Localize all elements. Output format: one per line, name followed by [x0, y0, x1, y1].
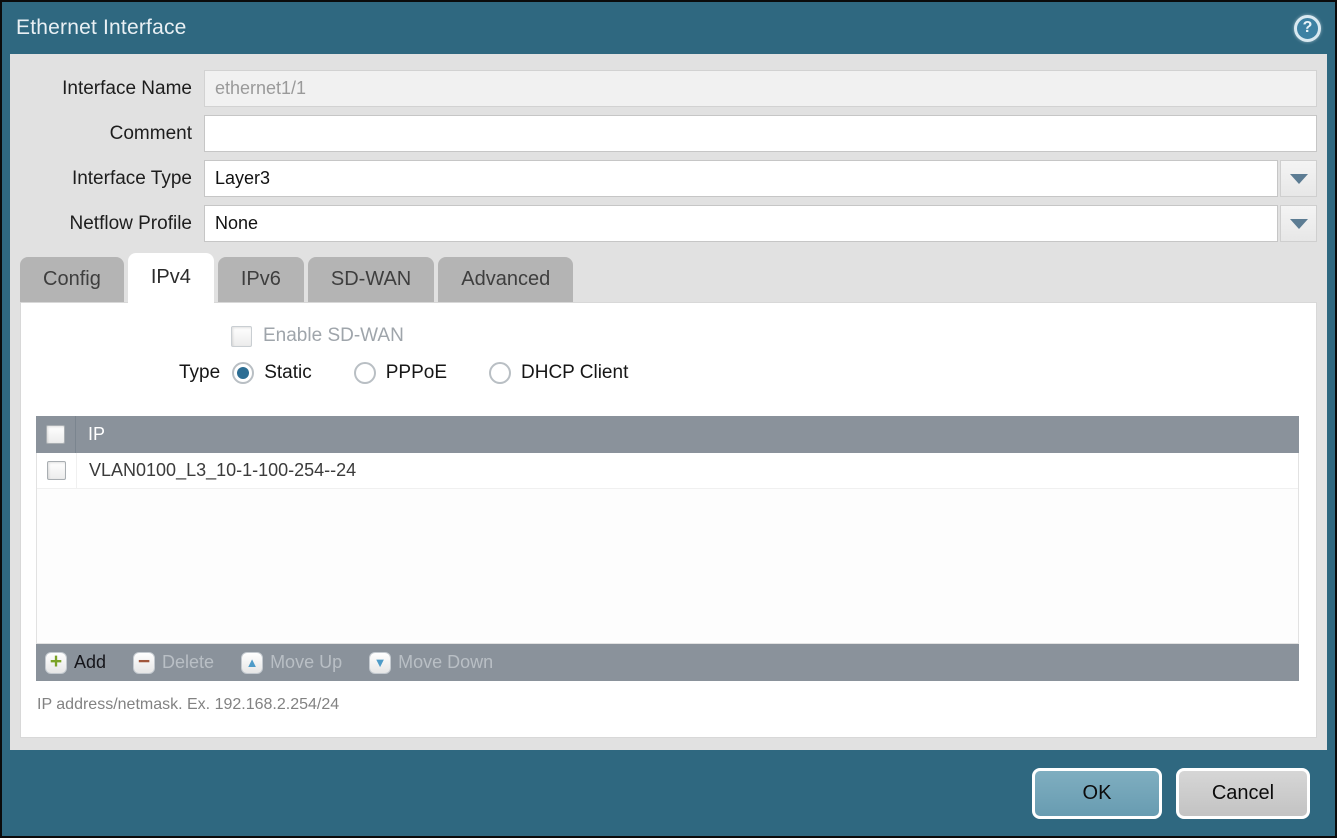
- add-label: Add: [74, 652, 106, 673]
- ip-table: IP VLAN0100_L3_10-1-100-254--24 + Add: [36, 416, 1299, 681]
- interface-name-row: Interface Name: [10, 70, 1327, 107]
- table-row[interactable]: VLAN0100_L3_10-1-100-254--24: [37, 453, 1298, 489]
- radio-option-pppoe[interactable]: PPPoE: [354, 362, 447, 384]
- radio-dhcp-client-label: DHCP Client: [521, 362, 628, 384]
- netflow-profile-select[interactable]: None: [204, 205, 1278, 242]
- dialog-footer: OK Cancel: [2, 750, 1335, 836]
- interface-type-row: Interface Type Layer3: [10, 160, 1327, 197]
- hint-text: IP address/netmask. Ex. 192.168.2.254/24: [37, 696, 1316, 714]
- row-checkbox[interactable]: [47, 461, 66, 480]
- interface-type-dropdown-button[interactable]: [1280, 160, 1317, 197]
- tab-advanced[interactable]: Advanced: [438, 257, 573, 302]
- enable-sdwan-row: Enable SD-WAN: [231, 325, 1316, 347]
- ip-table-empty-space: [37, 489, 1298, 643]
- ip-table-body: VLAN0100_L3_10-1-100-254--24: [36, 453, 1299, 644]
- move-down-icon: ▼: [369, 652, 391, 674]
- type-label: Type: [179, 362, 220, 384]
- ip-column-header: IP: [76, 424, 105, 445]
- ip-table-toolbar: + Add − Delete ▲ Move Up ▼ Move Down: [36, 644, 1299, 681]
- add-button[interactable]: + Add: [45, 652, 106, 674]
- comment-label: Comment: [10, 123, 204, 145]
- help-icon[interactable]: ?: [1294, 15, 1321, 42]
- radio-pppoe[interactable]: [354, 362, 376, 384]
- dialog-titlebar: Ethernet Interface ?: [2, 2, 1335, 54]
- enable-sdwan-label: Enable SD-WAN: [263, 325, 404, 347]
- move-up-label: Move Up: [270, 652, 342, 673]
- interface-type-label: Interface Type: [10, 168, 204, 190]
- interface-type-select[interactable]: Layer3: [204, 160, 1278, 197]
- dialog-title: Ethernet Interface: [16, 16, 187, 40]
- radio-option-static[interactable]: Static: [232, 362, 312, 384]
- tab-ipv4[interactable]: IPv4: [128, 253, 214, 305]
- radio-pppoe-label: PPPoE: [386, 362, 447, 384]
- select-all-checkbox[interactable]: [46, 425, 65, 444]
- enable-sdwan-checkbox[interactable]: [231, 326, 252, 347]
- comment-row: Comment: [10, 115, 1327, 152]
- delete-icon: −: [133, 652, 155, 674]
- tab-bar: Config IPv4 IPv6 SD-WAN Advanced: [10, 250, 1327, 302]
- interface-name-input: [204, 70, 1317, 107]
- ip-entry: VLAN0100_L3_10-1-100-254--24: [77, 460, 356, 481]
- move-down-label: Move Down: [398, 652, 493, 673]
- radio-dhcp-client[interactable]: [489, 362, 511, 384]
- type-row: Type Static PPPoE DHCP Client: [179, 362, 1316, 384]
- ethernet-interface-dialog: Ethernet Interface ? Interface Name Comm…: [0, 0, 1337, 838]
- tab-config[interactable]: Config: [20, 257, 124, 302]
- add-icon: +: [45, 652, 67, 674]
- netflow-profile-row: Netflow Profile None: [10, 205, 1327, 242]
- comment-input[interactable]: [204, 115, 1317, 152]
- chevron-down-icon: [1290, 219, 1308, 229]
- radio-static[interactable]: [232, 362, 254, 384]
- ipv4-panel: Enable SD-WAN Type Static PPPoE DHCP Cli…: [20, 302, 1317, 738]
- move-up-icon: ▲: [241, 652, 263, 674]
- tab-sdwan[interactable]: SD-WAN: [308, 257, 434, 302]
- ip-table-header: IP: [36, 416, 1299, 453]
- interface-form: Interface Name Comment Interface Type La…: [10, 54, 1327, 242]
- move-down-button[interactable]: ▼ Move Down: [369, 652, 493, 674]
- cancel-button[interactable]: Cancel: [1176, 768, 1310, 819]
- tab-ipv6[interactable]: IPv6: [218, 257, 304, 302]
- ok-button[interactable]: OK: [1032, 768, 1162, 819]
- chevron-down-icon: [1290, 174, 1308, 184]
- interface-name-label: Interface Name: [10, 78, 204, 100]
- netflow-profile-dropdown-button[interactable]: [1280, 205, 1317, 242]
- netflow-profile-label: Netflow Profile: [10, 213, 204, 235]
- radio-static-label: Static: [264, 362, 312, 384]
- move-up-button[interactable]: ▲ Move Up: [241, 652, 342, 674]
- delete-label: Delete: [162, 652, 214, 673]
- dialog-body: Interface Name Comment Interface Type La…: [10, 54, 1327, 750]
- radio-option-dhcp-client[interactable]: DHCP Client: [489, 362, 628, 384]
- delete-button[interactable]: − Delete: [133, 652, 214, 674]
